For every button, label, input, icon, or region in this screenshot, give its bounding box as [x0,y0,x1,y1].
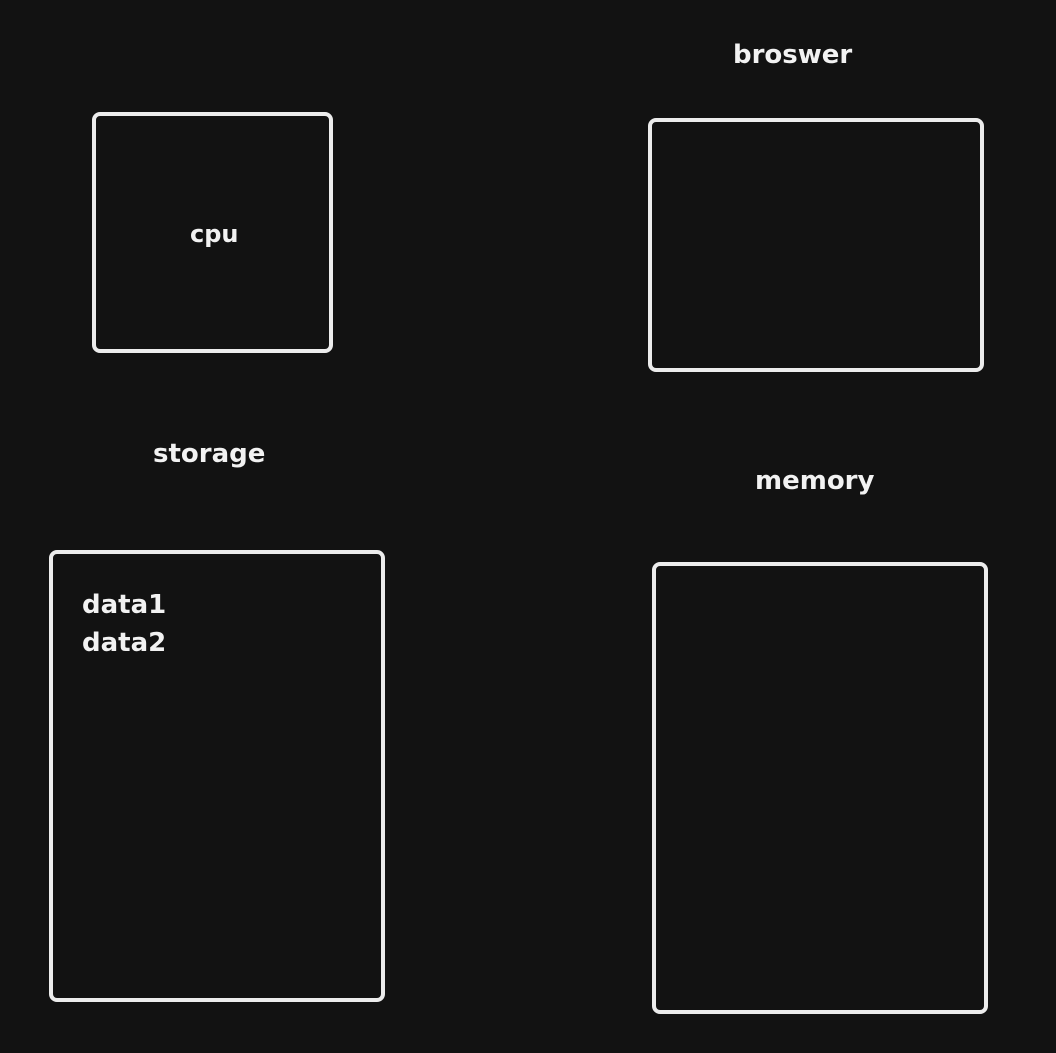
storage-item-list: data1 data2 [82,586,166,662]
memory-label: memory [755,466,875,496]
memory-box [652,562,988,1014]
storage-item: data2 [82,628,167,658]
browser-box [648,118,984,372]
storage-item: data1 [82,590,167,620]
storage-label: storage [153,439,266,469]
browser-label: broswer [733,40,853,70]
cpu-label: cpu [190,220,239,248]
